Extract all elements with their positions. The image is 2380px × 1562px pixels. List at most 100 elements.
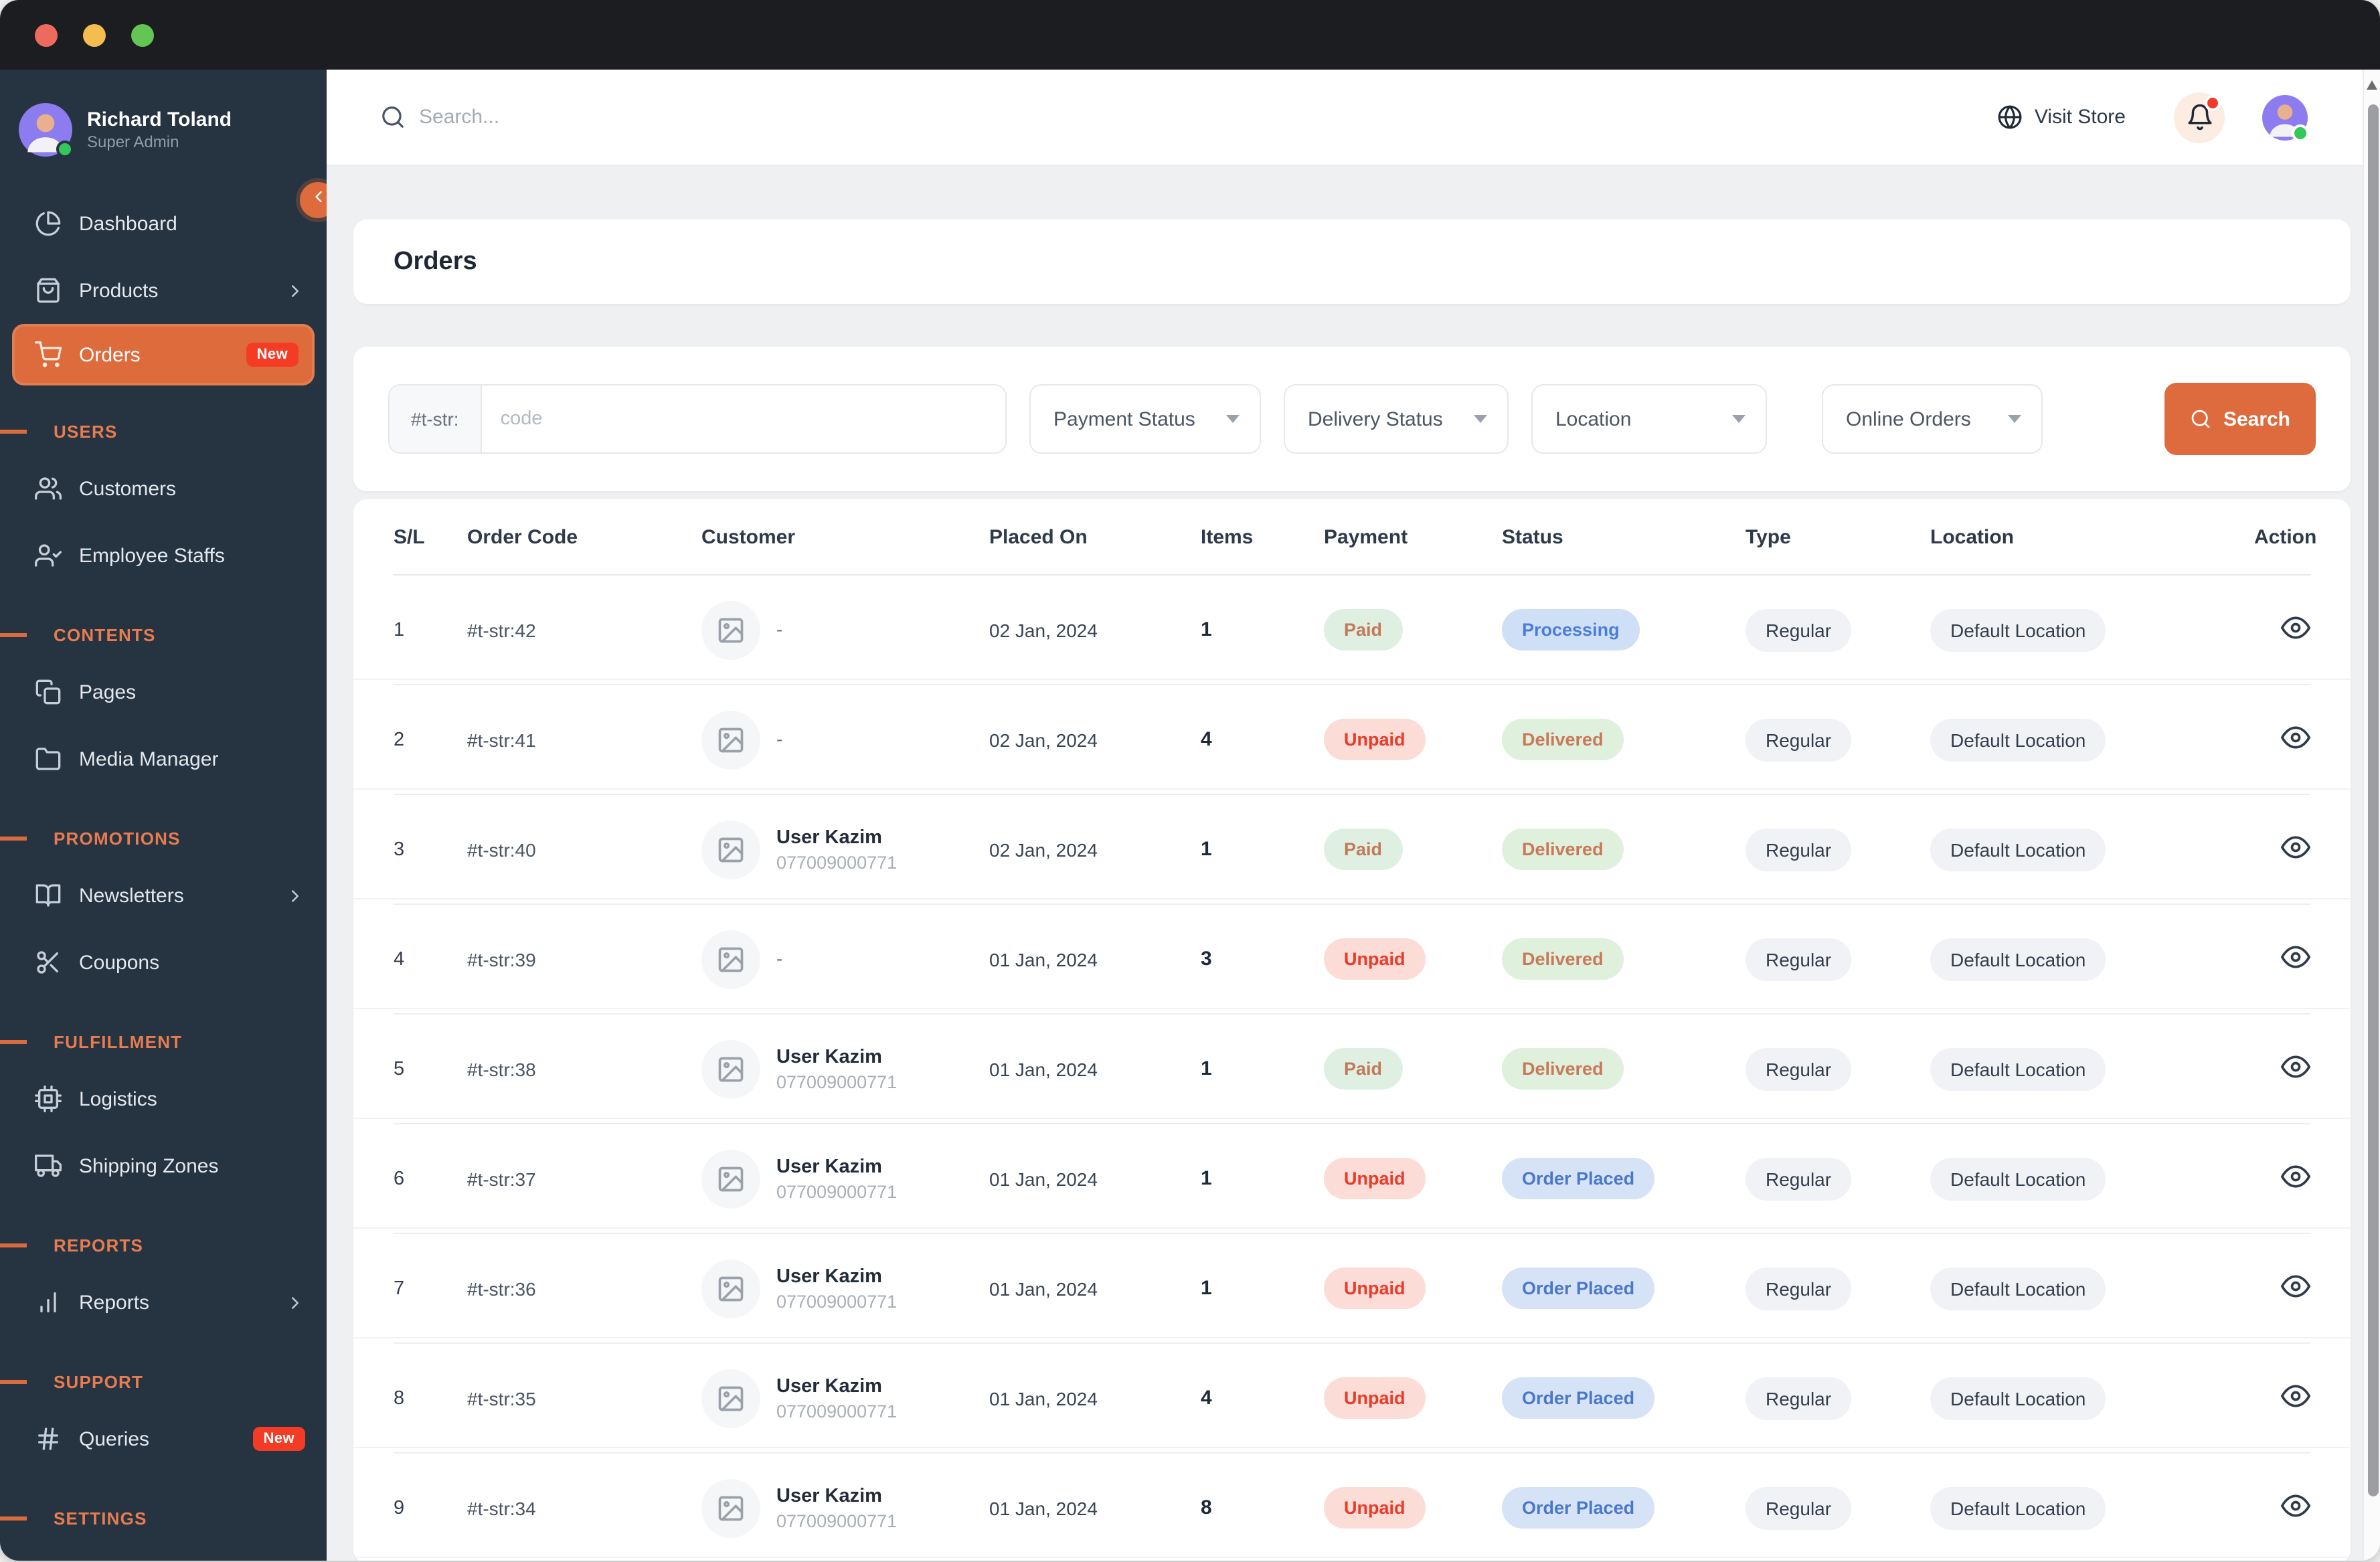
column-header-items: Items xyxy=(1201,525,1254,548)
table-row: 9 #t-str:34 User Kazim 077009000771 01 Ja… xyxy=(353,1454,2351,1561)
location-badge: Default Location xyxy=(1930,1267,2106,1310)
sidebar-item-queries[interactable]: Queries New xyxy=(0,1405,327,1472)
customer-image-placeholder-icon xyxy=(701,1259,760,1318)
sidebar-user-card[interactable]: Richard Toland Super Admin xyxy=(0,70,327,187)
cell-type: Regular xyxy=(1746,1047,1930,1090)
cell-placed-on: 02 Jan, 2024 xyxy=(989,619,1098,640)
table-row: 7 #t-str:36 User Kazim 077009000771 01 Ja… xyxy=(353,1234,2351,1344)
view-order-button[interactable] xyxy=(2281,722,2310,752)
sidebar-item-label: Customers xyxy=(79,477,177,500)
sidebar-item-shipping-zones[interactable]: Shipping Zones xyxy=(0,1132,327,1199)
online-orders-select[interactable]: Online Orders xyxy=(1822,384,2043,454)
cell-type: Regular xyxy=(1746,608,1930,651)
cell-status: Order Placed xyxy=(1502,1487,1746,1529)
cell-order-code: #t-str:36 xyxy=(467,1278,536,1299)
user-role: Super Admin xyxy=(87,133,179,152)
location-badge: Default Location xyxy=(1930,1486,2106,1529)
table-row: 2 #t-str:41 - 02 Jan, 2024 4 Unpaid Deli… xyxy=(353,685,2351,795)
truck-icon xyxy=(35,1152,62,1179)
sidebar-item-coupons[interactable]: Coupons xyxy=(0,929,327,996)
section-header-label: REPORTS xyxy=(54,1235,144,1255)
cell-status: Delivered xyxy=(1502,719,1746,760)
view-order-button[interactable] xyxy=(2281,1161,2310,1191)
book-open-icon xyxy=(35,882,62,909)
view-order-button[interactable] xyxy=(2281,1271,2310,1300)
shopping-cart-icon xyxy=(35,341,62,368)
cell-customer: User Kazim 077009000771 xyxy=(701,1369,989,1427)
cell-placed-on: 01 Jan, 2024 xyxy=(989,1058,1098,1079)
cell-customer: User Kazim 077009000771 xyxy=(701,1149,989,1208)
topbar-avatar[interactable] xyxy=(2262,94,2309,141)
sidebar-item-pages[interactable]: Pages xyxy=(0,659,327,725)
search-input[interactable] xyxy=(419,106,954,128)
sidebar-item-label: Dashboard xyxy=(79,212,177,235)
sidebar-section-fulfillment: FULFILLMENT xyxy=(0,1017,327,1065)
sidebar-item-newsletters[interactable]: Newsletters xyxy=(0,862,327,929)
content-area: Orders #t-str: Payment Status Delivery S xyxy=(327,166,2380,1561)
sidebar-section-users: USERS xyxy=(0,407,327,455)
sidebar-item-appearance[interactable]: Appearance xyxy=(0,1542,327,1561)
cell-status: Order Placed xyxy=(1502,1158,1746,1199)
cell-type: Regular xyxy=(1746,828,1930,871)
view-order-button[interactable] xyxy=(2281,1051,2310,1081)
type-badge: Regular xyxy=(1746,1486,1852,1529)
cell-serial: 7 xyxy=(394,1278,405,1299)
payment-badge: Unpaid xyxy=(1324,1268,1426,1309)
sidebar-item-logistics[interactable]: Logistics xyxy=(0,1065,327,1132)
order-code-input[interactable] xyxy=(481,385,1005,452)
sidebar-item-products[interactable]: Products xyxy=(0,257,327,324)
sidebar-item-reports[interactable]: Reports xyxy=(0,1269,327,1336)
column-header-action: Action xyxy=(2254,525,2317,548)
maximize-window-button[interactable] xyxy=(131,23,154,46)
column-header-order-code: Order Code xyxy=(467,525,578,548)
global-search[interactable] xyxy=(380,104,1984,130)
sidebar-item-media-manager[interactable]: Media Manager xyxy=(0,725,327,792)
customer-image-placeholder-icon xyxy=(701,820,760,879)
visit-store-button[interactable]: Visit Store xyxy=(1997,104,2126,130)
eye-icon xyxy=(2281,1381,2310,1410)
sidebar-item-employee-staffs[interactable]: Employee Staffs xyxy=(0,522,327,589)
cell-location: Default Location xyxy=(1930,938,2254,980)
view-order-button[interactable] xyxy=(2281,1381,2310,1410)
payment-status-select[interactable]: Payment Status xyxy=(1029,384,1261,454)
eye-icon xyxy=(2281,722,2310,752)
view-order-button[interactable] xyxy=(2281,1490,2310,1520)
delivery-status-select[interactable]: Delivery Status xyxy=(1284,384,1509,454)
search-button[interactable]: Search xyxy=(2164,383,2316,455)
section-header-label: USERS xyxy=(54,421,118,441)
sidebar-item-customers[interactable]: Customers xyxy=(0,455,327,522)
scrollbar-up-arrow-icon[interactable] xyxy=(2367,80,2377,90)
sidebar-item-orders[interactable]: Orders New xyxy=(12,324,315,385)
sidebar-section-reports: REPORTS xyxy=(0,1221,327,1269)
cell-location: Default Location xyxy=(1930,718,2254,761)
payment-badge: Paid xyxy=(1324,1048,1403,1090)
view-order-button[interactable] xyxy=(2281,832,2310,861)
cell-placed-on: 02 Jan, 2024 xyxy=(989,839,1098,860)
sidebar-nav: Dashboard Products Orders New USERS Cust… xyxy=(0,187,327,1561)
type-badge: Regular xyxy=(1746,1377,1852,1419)
customer-name: User Kazim xyxy=(776,1376,882,1398)
pages-icon xyxy=(35,679,62,705)
scrollbar-thumb[interactable] xyxy=(2367,104,2378,1496)
traffic-lights xyxy=(35,23,154,46)
type-badge: Regular xyxy=(1746,1267,1852,1310)
sidebar-item-dashboard[interactable]: Dashboard xyxy=(0,190,327,257)
minimize-window-button[interactable] xyxy=(83,23,106,46)
section-header-label: FULFILLMENT xyxy=(54,1031,183,1051)
cell-location: Default Location xyxy=(1930,1267,2254,1310)
notifications-button[interactable] xyxy=(2174,92,2225,143)
cell-type: Regular xyxy=(1746,718,1930,761)
location-badge: Default Location xyxy=(1930,608,2106,651)
main-area: Visit Store Orders xyxy=(327,70,2380,1561)
caret-down-icon xyxy=(2008,415,2021,423)
close-window-button[interactable] xyxy=(35,23,58,46)
hash-icon xyxy=(35,1425,62,1452)
cell-items: 1 xyxy=(1201,838,1212,861)
table-row: 4 #t-str:39 - 01 Jan, 2024 3 Unpaid Deli… xyxy=(353,905,2351,1015)
view-order-button[interactable] xyxy=(2281,942,2310,971)
cell-status: Delivered xyxy=(1502,829,1746,870)
vertical-scrollbar[interactable] xyxy=(2363,70,2380,1561)
status-badge: Delivered xyxy=(1502,1048,1624,1090)
view-order-button[interactable] xyxy=(2281,612,2310,642)
location-select[interactable]: Location xyxy=(1531,384,1767,454)
